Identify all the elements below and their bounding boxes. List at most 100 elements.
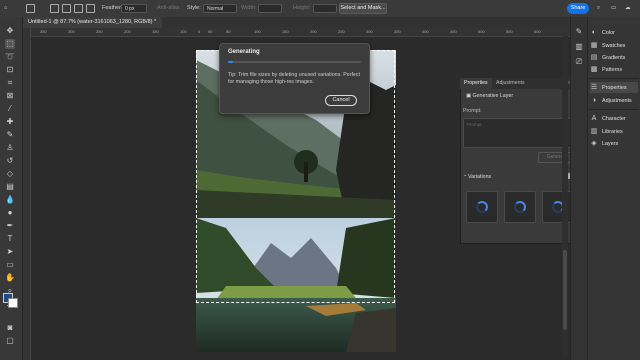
- dock-item-character[interactable]: A Character: [590, 113, 626, 124]
- quick-mask-icon[interactable]: ◙: [5, 323, 15, 333]
- new-selection-icon[interactable]: [50, 4, 59, 13]
- history-icon[interactable]: ⎚: [574, 57, 584, 67]
- ruler-tick: 250: [96, 29, 103, 34]
- generative-layer-heading: ▣ Generative Layer: [466, 93, 513, 99]
- screen-mode-icon[interactable]: ▢: [5, 336, 15, 346]
- home-icon[interactable]: ⌂: [4, 3, 7, 14]
- tab-properties[interactable]: Properties: [460, 78, 492, 89]
- dock-item-label: Color: [602, 30, 615, 36]
- height-label: Height:: [293, 5, 311, 11]
- height-input[interactable]: [313, 4, 337, 13]
- libraries-icon[interactable]: ▥: [574, 42, 584, 52]
- marquee-tool-icon[interactable]: ⬚: [5, 39, 15, 49]
- prompt-label: Prompt:: [463, 108, 482, 114]
- select-and-mask-button[interactable]: Select and Mask...: [339, 3, 387, 14]
- adjustments-icon: ◑: [591, 97, 597, 104]
- tab-adjustments[interactable]: Adjustments: [492, 78, 529, 89]
- vertical-ruler: [22, 28, 31, 360]
- ruler-tick: 100: [254, 29, 261, 34]
- marquee-icon[interactable]: [26, 4, 35, 13]
- pen-tool-icon[interactable]: ✒: [5, 221, 15, 231]
- dock-divider: [588, 78, 639, 79]
- object-select-tool-icon[interactable]: ⊡: [5, 65, 15, 75]
- eyedropper-tool-icon[interactable]: ⁄: [5, 104, 15, 114]
- search-icon[interactable]: ⌕: [597, 3, 600, 14]
- rectangle-tool-icon[interactable]: ▭: [5, 260, 15, 270]
- type-tool-icon[interactable]: T: [5, 234, 15, 244]
- variation-thumbnail[interactable]: [504, 191, 536, 223]
- horizontal-ruler: 350 300 250 200 150 100 50 0 50 100 150 …: [30, 28, 570, 37]
- character-icon: A: [591, 115, 597, 122]
- lasso-tool-icon[interactable]: ➰: [5, 52, 15, 62]
- dock-item-layers[interactable]: ◈ Layers: [590, 138, 618, 149]
- width-label: Width:: [241, 5, 257, 11]
- generating-tip: Tip: Trim file sizes by deleting unused …: [228, 72, 360, 85]
- width-input[interactable]: [258, 4, 282, 13]
- prompt-input[interactable]: Prompt: [463, 118, 577, 148]
- gradients-icon: ▤: [590, 54, 598, 61]
- dock-item-color[interactable]: ◐ Color: [590, 27, 615, 38]
- dock-item-label: Swatches: [602, 43, 626, 49]
- history-brush-icon[interactable]: ↺: [5, 156, 15, 166]
- dodge-tool-icon[interactable]: ●: [5, 208, 15, 218]
- anti-alias-checkbox[interactable]: Anti-alias: [157, 3, 180, 14]
- cloud-icon[interactable]: ☁: [625, 3, 631, 14]
- ruler-tick: 0: [198, 29, 201, 34]
- dock-item-libraries[interactable]: ▥ Libraries: [590, 126, 623, 137]
- dock-item-patterns[interactable]: ▩ Patterns: [590, 64, 622, 75]
- dock-item-label: Adjustments: [602, 98, 632, 104]
- feather-input[interactable]: 0 px: [121, 4, 147, 13]
- ruler-tick: 600: [534, 29, 541, 34]
- style-select[interactable]: Normal: [203, 4, 237, 13]
- dock-item-swatches[interactable]: ▦ Swatches: [590, 40, 626, 51]
- document-tab[interactable]: Untitled-1 @ 87.7% (water-3161063_1280, …: [22, 17, 163, 28]
- healing-brush-icon[interactable]: ✚: [5, 117, 15, 127]
- ruler-tick: 350: [40, 29, 47, 34]
- generative-layer-label: Generative Layer: [472, 93, 514, 99]
- intersect-selection-icon[interactable]: [86, 4, 95, 13]
- eraser-tool-icon[interactable]: ◇: [5, 169, 15, 179]
- ruler-tick: 500: [478, 29, 485, 34]
- dock-item-label: Character: [602, 116, 626, 122]
- dock-item-gradients[interactable]: ▤ Gradients: [590, 52, 626, 63]
- ruler-tick: 450: [450, 29, 457, 34]
- progress-track: [228, 61, 361, 63]
- background-color-swatch[interactable]: [8, 298, 18, 308]
- frame-tool-icon[interactable]: ⊠: [5, 91, 15, 101]
- ruler-tick: 200: [310, 29, 317, 34]
- ruler-tick: 550: [506, 29, 513, 34]
- subtract-selection-icon[interactable]: [74, 4, 83, 13]
- dock-item-label: Gradients: [602, 55, 626, 61]
- layers-icon: ◈: [591, 140, 597, 147]
- swatches-icon: ▦: [590, 42, 598, 49]
- comments-icon[interactable]: ✎: [574, 27, 584, 37]
- feather-label: Feather:: [102, 5, 123, 11]
- move-tool-icon[interactable]: ✥: [5, 26, 15, 36]
- ruler-tick: 300: [366, 29, 373, 34]
- chevron-down-icon[interactable]: ⌄: [463, 172, 467, 178]
- dock-item-label: Layers: [602, 141, 619, 147]
- clone-stamp-icon[interactable]: ♙: [5, 143, 15, 153]
- add-selection-icon[interactable]: [62, 4, 71, 13]
- variation-thumbnail[interactable]: [466, 191, 498, 223]
- dock-item-properties[interactable]: ☰ Properties: [590, 82, 638, 93]
- options-bar: ⌂ Feather: 0 px Anti-alias Style: Normal…: [0, 0, 640, 18]
- share-button[interactable]: Share: [567, 3, 589, 14]
- tools-panel: ✥ ⬚ ➰ ⊡ ⌗ ⊠ ⁄ ✚ ✎ ♙ ↺ ◇ ▤ 💧 ● ✒ T ➤ ▭ ✋ …: [0, 17, 23, 360]
- dock-item-label: Properties: [602, 85, 627, 91]
- workspace-icon[interactable]: ▭: [611, 3, 616, 14]
- ruler-tick: 150: [282, 29, 289, 34]
- dock-item-label: Patterns: [602, 67, 623, 73]
- brush-tool-icon[interactable]: ✎: [5, 130, 15, 140]
- dock-item-adjustments[interactable]: ◑ Adjustments: [590, 95, 632, 106]
- scrollbar-thumb[interactable]: [563, 250, 567, 330]
- gradient-tool-icon[interactable]: ▤: [5, 182, 15, 192]
- cancel-button[interactable]: Cancel: [325, 95, 357, 106]
- blur-tool-icon[interactable]: 💧: [5, 195, 15, 205]
- hand-tool-icon[interactable]: ✋: [5, 273, 15, 283]
- loading-spinner-icon: [514, 201, 526, 213]
- dock-item-label: Libraries: [602, 129, 623, 135]
- libraries-panel-icon: ▥: [590, 128, 598, 135]
- path-select-icon[interactable]: ➤: [5, 247, 15, 257]
- crop-tool-icon[interactable]: ⌗: [5, 78, 15, 88]
